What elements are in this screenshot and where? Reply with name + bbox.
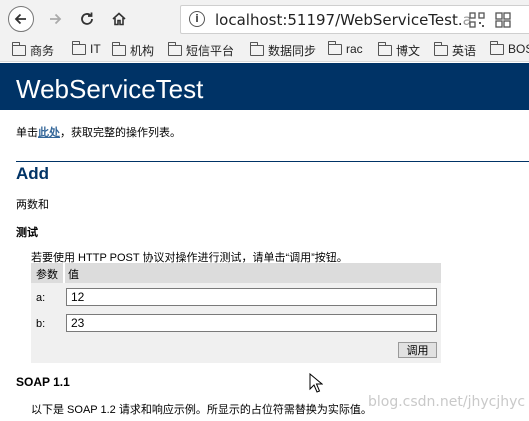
operation-title: Add [16,164,50,183]
qr-code-icon[interactable] [469,12,485,28]
home-icon [112,12,126,26]
folder-icon [12,42,26,56]
browser-toolbar: i localhost:51197/WebServiceTest.a [0,0,529,38]
value-column-header: 值 [68,269,79,281]
folder-icon [168,42,182,56]
bookmark-folder[interactable]: rac [328,40,363,56]
watermark: blog.csdn.net/jhycjhyc [368,394,526,410]
operation-description: 两数和 [16,199,49,211]
soap-description: 以下是 SOAP 1.2 请求和响应示例。所显示的占位符需替换为实际值。 [31,404,372,416]
invoke-button[interactable]: 调用 [398,342,437,358]
test-heading: 测试 [16,227,38,239]
bookmark-folder[interactable]: 博文 [378,42,420,59]
intro-text: 单击此处，获取完整的操作列表。 [16,127,181,139]
home-button[interactable] [106,6,132,32]
parameter-table: 参数 值 a: b: 调用 [31,263,441,363]
bookmarks-bar: 商务 IT 机构 短信平台 数据同步 rac 博文 英语 BOS [0,38,529,62]
folder-icon [250,42,264,56]
param-label-a: a: [36,292,46,304]
soap-heading: SOAP 1.1 [16,375,70,389]
folder-icon [328,40,342,55]
arrow-left-icon [14,13,26,25]
arrow-right-icon [50,13,62,25]
bookmark-folder[interactable]: 短信平台 [168,42,234,59]
folder-icon [378,42,392,56]
section-divider [16,161,529,162]
mouse-cursor-icon [309,373,323,393]
bookmark-folder[interactable]: IT [72,40,101,56]
page-title: WebServiceTest [16,74,204,104]
param-input-b[interactable] [66,314,437,332]
reload-icon [81,12,93,25]
bookmark-folder[interactable]: 英语 [434,42,476,59]
parameter-table-header: 参数 值 [31,263,441,283]
info-icon[interactable]: i [189,11,205,27]
url-text: localhost:51197/WebServiceTest.a [215,11,472,29]
folder-icon [112,42,126,56]
bookmark-folder[interactable]: BOS [490,40,529,56]
bookmark-folder[interactable]: 数据同步 [250,42,316,59]
address-bar[interactable]: i localhost:51197/WebServiceTest.a [180,5,529,34]
bookmark-folder[interactable]: 商务 [12,42,54,59]
bookmark-folder[interactable]: 机构 [112,42,154,59]
folder-icon [434,42,448,56]
param-input-a[interactable] [66,288,437,306]
back-button[interactable] [8,6,34,32]
apps-grid-icon[interactable] [495,12,511,28]
folder-icon [490,40,504,55]
reload-button[interactable] [74,6,100,32]
operation-list-link[interactable]: 此处 [38,127,60,139]
folder-icon [72,40,86,55]
forward-button[interactable] [42,6,68,32]
page-header: WebServiceTest [0,63,529,110]
param-column-header: 参数 [36,269,58,281]
param-label-b: b: [36,318,46,330]
